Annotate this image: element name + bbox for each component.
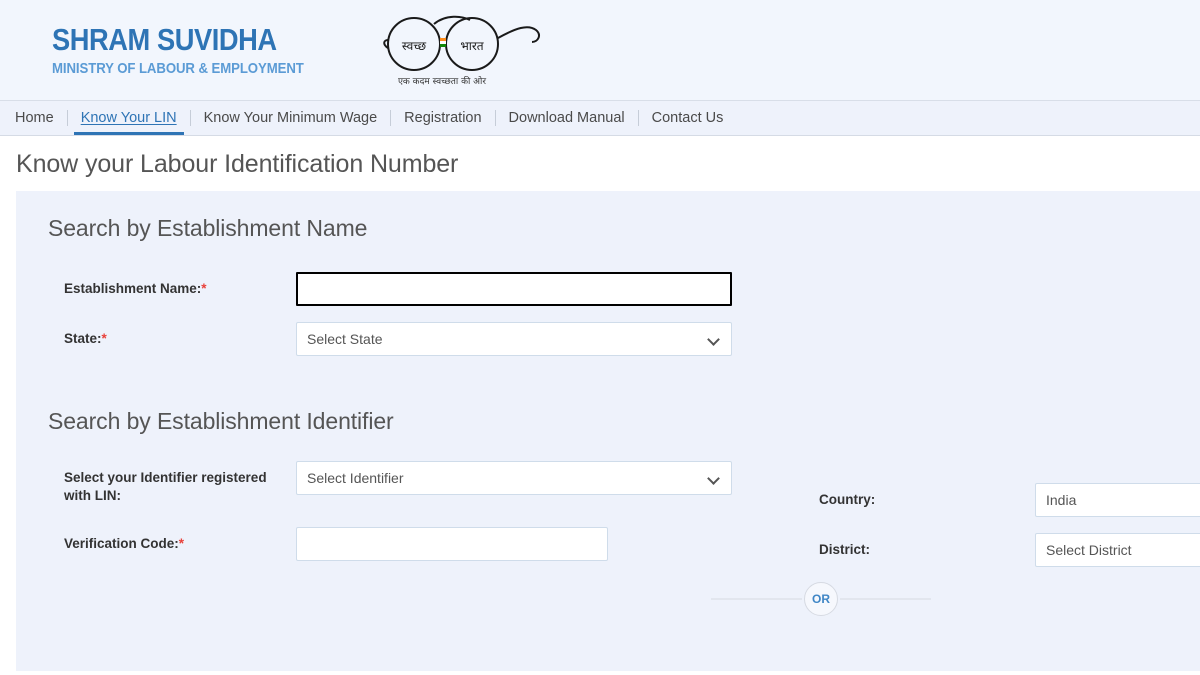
- brand-subtitle: MINISTRY OF LABOUR & EMPLOYMENT: [52, 60, 304, 77]
- row-establishment-name: Establishment Name:*: [16, 272, 1200, 306]
- or-divider-line-right: [840, 598, 931, 600]
- nav-item-know-your-minimum-wage[interactable]: Know Your Minimum Wage: [191, 101, 391, 135]
- state-field: Select State: [296, 322, 732, 356]
- identifier-select-field: Select Identifier: [296, 461, 732, 495]
- establishment-name-field: [296, 272, 732, 306]
- swachh-lens-left-text: स्वच्छ: [402, 39, 426, 53]
- swachh-lens-right-text: भारत: [460, 39, 484, 53]
- verification-code-field: [296, 527, 608, 562]
- swachh-bharat-logo-icon: स्वच्छ भारत एक कदम स्वच्छता की ओर: [376, 10, 551, 90]
- search-panel: Search by Establishment Name Establishme…: [16, 191, 1200, 671]
- row-verification-code: Verification Code:*: [16, 527, 1200, 562]
- swachh-tagline: एक कदम स्वच्छता की ओर: [398, 75, 486, 87]
- section-title-by-identifier: Search by Establishment Identifier: [48, 408, 394, 434]
- label-text: Verification Code:: [64, 536, 179, 552]
- district-select[interactable]: [1035, 533, 1200, 567]
- district-label: District:: [819, 542, 871, 557]
- site-header: SHRAM SUVIDHA MINISTRY OF LABOUR & EMPLO…: [0, 0, 1200, 100]
- required-asterisk: *: [201, 281, 207, 296]
- country-label: Country:: [819, 492, 876, 507]
- brand-title: SHRAM SUVIDHA: [52, 22, 277, 57]
- row-identifier-select: Select your Identifier registered with L…: [16, 461, 1200, 505]
- label-text: State:: [64, 331, 102, 346]
- state-select[interactable]: Select State: [296, 322, 732, 356]
- nav-item-home[interactable]: Home: [2, 101, 67, 135]
- page-title: Know your Labour Identification Number: [16, 150, 459, 178]
- required-asterisk: *: [178, 536, 185, 552]
- establishment-name-label: Establishment Name:*: [64, 272, 296, 298]
- identifier-select-label: Select your Identifier registered with L…: [64, 470, 267, 504]
- nav-item-registration[interactable]: Registration: [391, 101, 494, 135]
- or-divider-line-left: [711, 598, 802, 600]
- or-divider: OR: [711, 581, 931, 617]
- section-title-by-name: Search by Establishment Name: [48, 215, 368, 241]
- nav-item-download-manual[interactable]: Download Manual: [496, 101, 638, 135]
- required-asterisk: *: [101, 331, 107, 346]
- district-label-wrap: District:: [819, 541, 870, 559]
- establishment-name-input[interactable]: [296, 272, 732, 306]
- nav-item-label: Registration: [404, 110, 482, 126]
- state-label: State:*: [64, 322, 296, 348]
- nav-item-label: Home: [15, 110, 54, 126]
- country-input[interactable]: [1035, 483, 1200, 517]
- nav-item-label: Contact Us: [651, 110, 724, 126]
- verification-code-input[interactable]: [296, 527, 608, 562]
- nav-item-label: Download Manual: [508, 110, 625, 126]
- row-state: State:* Select State: [16, 322, 1200, 356]
- or-divider-label: OR: [804, 582, 838, 616]
- brand-logo: SHRAM SUVIDHA MINISTRY OF LABOUR & EMPLO…: [52, 24, 338, 76]
- verification-code-label: Verification Code:*: [64, 527, 296, 553]
- main-navigation: Home Know Your LIN Know Your Minimum Wag…: [0, 100, 1200, 136]
- nav-item-know-your-lin[interactable]: Know Your LIN: [68, 101, 190, 135]
- label-text: Establishment Name:: [64, 281, 202, 296]
- nav-item-label: Know Your Minimum Wage: [203, 110, 378, 126]
- identifier-select[interactable]: Select Identifier: [296, 461, 732, 495]
- country-label-wrap: Country:: [819, 491, 875, 509]
- nav-item-contact-us[interactable]: Contact Us: [639, 101, 737, 135]
- nav-item-label: Know Your LIN: [80, 110, 177, 126]
